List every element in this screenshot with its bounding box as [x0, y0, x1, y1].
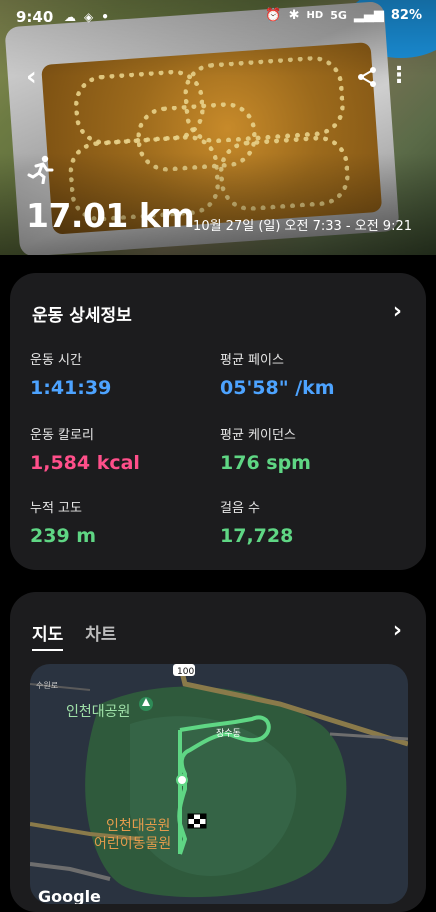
map-tabs: 지도 차트 — [32, 620, 117, 651]
google-logo: Google — [38, 887, 101, 904]
battery-label: 82% — [390, 8, 422, 23]
total-distance: 17.01 km — [26, 196, 195, 235]
route-map[interactable]: 100 인천대공원 장수동 수원로 인천대공원 어린이동물원 Google — [30, 664, 408, 904]
workout-details-card[interactable]: 운동 상세정보 › 운동 시간 1:41:39 평균 페이스 05'58" /k… — [10, 273, 426, 570]
hd-label: HD — [306, 10, 324, 21]
bluetooth-icon: ✱ — [288, 8, 300, 23]
status-notification-icons: ☁ ◈ • — [64, 10, 109, 24]
top-nav: ‹ ⋮ — [0, 62, 436, 96]
chevron-right-icon[interactable]: › — [393, 618, 402, 643]
road-number-label: 100 — [177, 667, 194, 677]
area-label: 장수동 — [216, 728, 241, 739]
zoo-label-2: 어린이동물원 — [94, 836, 171, 852]
back-button[interactable]: ‹ — [26, 62, 37, 92]
cloud-icon: ☁ — [64, 10, 76, 24]
signal-icon: ▂▄▆ — [353, 8, 384, 23]
zoo-label-1: 인천대공원 — [106, 818, 170, 834]
map-marker-icon: ◈ — [84, 10, 94, 24]
details-title: 운동 상세정보 — [32, 306, 132, 326]
alarm-icon: ⏰ — [265, 8, 282, 23]
network-label: 5G — [330, 9, 347, 22]
status-bar: 9:40 ☁ ◈ • ⏰ ✱ HD 5G ▂▄▆ 82% — [0, 0, 436, 36]
notification-dot-icon: • — [101, 10, 109, 24]
stat-steps: 걸음 수 17,728 — [220, 501, 294, 547]
workout-datetime: 10월 27일 (일) 오전 7:33 - 오전 9:21 — [193, 219, 412, 234]
tab-map[interactable]: 지도 — [32, 620, 64, 651]
running-icon — [27, 155, 54, 184]
stat-calories: 운동 칼로리 1,584 kcal — [30, 428, 140, 474]
map-card: 지도 차트 › 100 인천대공원 장수동 수원로 인천대공원 어린이동물원 G… — [10, 592, 426, 912]
more-options-icon[interactable]: ⋮ — [388, 62, 410, 90]
tab-chart[interactable]: 차트 — [85, 620, 116, 651]
stat-elevation: 누적 고도 239 m — [30, 501, 97, 547]
street-label: 수원로 — [36, 681, 58, 690]
status-time: 9:40 — [16, 8, 54, 26]
stat-duration: 운동 시간 1:41:39 — [30, 353, 112, 399]
stat-avg-cadence: 평균 케이던스 176 spm — [220, 428, 311, 474]
status-right-icons: ⏰ ✱ HD 5G ▂▄▆ 82% — [265, 8, 422, 23]
chevron-right-icon[interactable]: › — [393, 299, 402, 324]
map-canvas: 100 인천대공원 장수동 수원로 인천대공원 어린이동물원 — [30, 664, 408, 898]
park-label: 인천대공원 — [66, 704, 130, 720]
share-icon[interactable] — [356, 66, 378, 88]
stat-avg-pace: 평균 페이스 05'58" /km — [220, 353, 335, 399]
